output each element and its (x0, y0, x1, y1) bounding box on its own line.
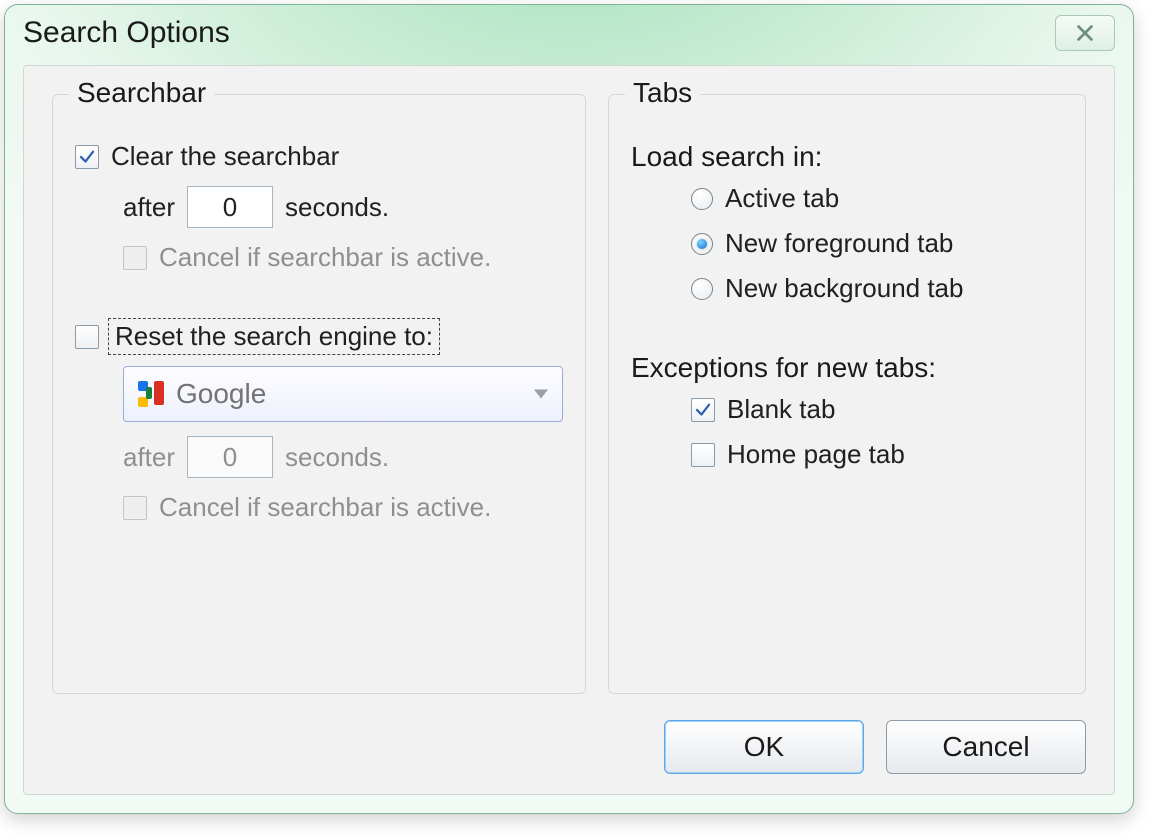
chevron-down-icon (534, 390, 548, 399)
seconds-label-2: seconds. (285, 442, 389, 473)
reset-engine-label: Reset the search engine to: (111, 321, 437, 352)
clear-seconds-input[interactable]: 0 (187, 186, 273, 228)
cancel-if-active-checkbox-1 (123, 246, 147, 270)
radio-new-foreground-tab[interactable] (691, 233, 713, 255)
after-label-2: after (123, 442, 175, 473)
cancel-if-active-label-1: Cancel if searchbar is active. (159, 242, 491, 273)
radio-new-background-tab-label: New background tab (725, 273, 963, 304)
search-engine-dropdown[interactable]: Google (123, 366, 563, 422)
google-icon (138, 381, 164, 407)
radio-new-background-tab[interactable] (691, 278, 713, 300)
after-label-1: after (123, 192, 175, 223)
ok-button[interactable]: OK (664, 720, 864, 774)
tabs-legend: Tabs (625, 77, 700, 109)
tabs-group: Tabs Load search in: Active tab New fore… (608, 94, 1086, 694)
seconds-label-1: seconds. (285, 192, 389, 223)
dialog-window: Search Options Searchbar Clear the searc… (4, 4, 1134, 814)
close-button[interactable] (1055, 15, 1115, 51)
checkmark-icon (694, 401, 712, 419)
blank-tab-label: Blank tab (727, 394, 835, 425)
checkmark-icon (78, 148, 96, 166)
cancel-if-active-label-2: Cancel if searchbar is active. (159, 492, 491, 523)
window-title: Search Options (23, 16, 1055, 50)
home-page-tab-label: Home page tab (727, 439, 905, 470)
radio-active-tab[interactable] (691, 188, 713, 210)
exceptions-heading: Exceptions for new tabs: (631, 352, 1063, 384)
radio-active-tab-label: Active tab (725, 183, 839, 214)
radio-new-foreground-tab-label: New foreground tab (725, 228, 953, 259)
client-area: Searchbar Clear the searchbar after 0 se… (23, 65, 1115, 795)
searchbar-group: Searchbar Clear the searchbar after 0 se… (52, 94, 586, 694)
dialog-footer: OK Cancel (52, 694, 1086, 774)
load-search-heading: Load search in: (631, 141, 1063, 173)
clear-searchbar-checkbox[interactable] (75, 145, 99, 169)
home-page-tab-checkbox[interactable] (691, 443, 715, 467)
reset-engine-checkbox[interactable] (75, 325, 99, 349)
cancel-if-active-checkbox-2 (123, 496, 147, 520)
search-engine-selected: Google (176, 378, 266, 410)
cancel-button[interactable]: Cancel (886, 720, 1086, 774)
clear-searchbar-label: Clear the searchbar (111, 141, 339, 172)
searchbar-legend: Searchbar (69, 77, 214, 109)
blank-tab-checkbox[interactable] (691, 398, 715, 422)
titlebar: Search Options (5, 5, 1133, 61)
close-icon (1074, 22, 1096, 44)
reset-seconds-input: 0 (187, 436, 273, 478)
